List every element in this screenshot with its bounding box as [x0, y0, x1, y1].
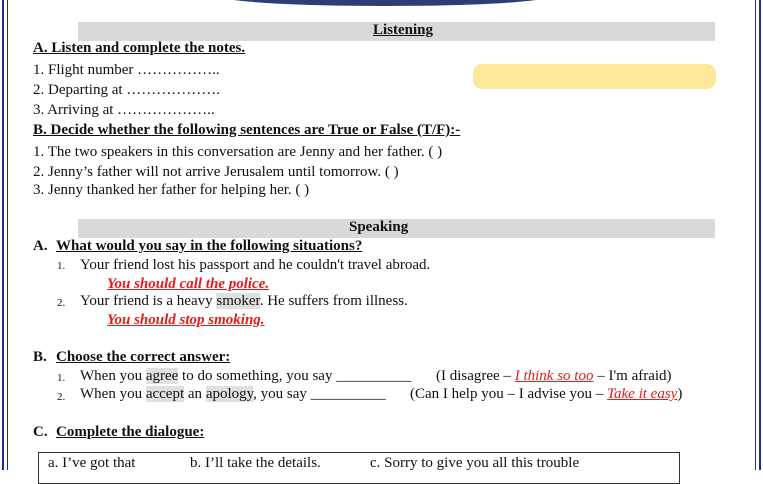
- situation-1-text: Your friend lost his passport and he cou…: [80, 257, 431, 273]
- page-border-left-outer: [2, 0, 4, 470]
- choice-1-answer: I think so too: [514, 368, 594, 384]
- dialogue-option-b: b. I’ll take the details.: [190, 455, 321, 471]
- speaking-c-label: C.: [33, 424, 48, 440]
- situation-2-number: 2.: [57, 297, 66, 309]
- highlight-blob: [473, 64, 716, 89]
- tf-item-2: 2. Jenny’s father will not arrive Jerusa…: [33, 164, 399, 180]
- choice-1-options: (I disagree – I think so too – I'm afrai…: [436, 368, 672, 384]
- choice-1-number: 1.: [57, 372, 66, 384]
- listening-a-heading: A. Listen and complete the notes.: [33, 40, 246, 56]
- speaking-a-heading: What would you say in the following situ…: [56, 238, 363, 254]
- note-flight-number: 1. Flight number ……………..: [33, 62, 220, 78]
- speaking-title: Speaking: [349, 219, 409, 235]
- choice-2-options: (Can I help you – I advise you – Take it…: [410, 386, 683, 402]
- situation-1-answer: You should call the police.: [107, 276, 270, 292]
- situation-2-answer: You should stop smoking.: [107, 312, 265, 328]
- note-arriving: 3. Arriving at ………………..: [33, 102, 215, 118]
- highlight-accept: accept: [145, 386, 185, 402]
- dialogue-option-c: c. Sorry to give you all this trouble: [370, 455, 580, 471]
- speaking-a-label: A.: [33, 238, 48, 254]
- speaking-b-label: B.: [33, 349, 47, 365]
- situation-1-number: 1.: [57, 260, 66, 272]
- highlight-apology: apology: [205, 386, 254, 402]
- highlight-agree: agree: [145, 368, 179, 384]
- tf-item-3: 3. Jenny thanked her father for helping …: [33, 182, 310, 198]
- dialogue-option-a: a. I’ve got that: [48, 455, 136, 471]
- situation-2-text: Your friend is a heavy smoker. He suffer…: [80, 293, 408, 309]
- speaking-c-heading: Complete the dialogue:: [56, 424, 205, 440]
- speaking-b-heading: Choose the correct answer:: [56, 349, 231, 365]
- note-departing: 2. Departing at ……………….: [33, 82, 221, 98]
- choice-1-question: When you agree to do something, you say …: [80, 368, 412, 384]
- choice-2-number: 2.: [57, 391, 66, 403]
- highlight-smoker: smoker: [216, 293, 260, 309]
- choice-2-question: When you accept an apology, you say ____…: [80, 386, 386, 402]
- page-border-right-inner: [755, 0, 756, 470]
- page-border-right-outer: [759, 0, 761, 470]
- choice-2-answer: Take it easy: [607, 386, 678, 402]
- listening-b-heading: B. Decide whether the following sentence…: [33, 122, 461, 138]
- tf-item-1: 1. The two speakers in this conversation…: [33, 144, 443, 160]
- header-decoration: [220, 0, 550, 6]
- page-border-left-inner: [7, 0, 8, 470]
- listening-title: Listening: [373, 22, 434, 38]
